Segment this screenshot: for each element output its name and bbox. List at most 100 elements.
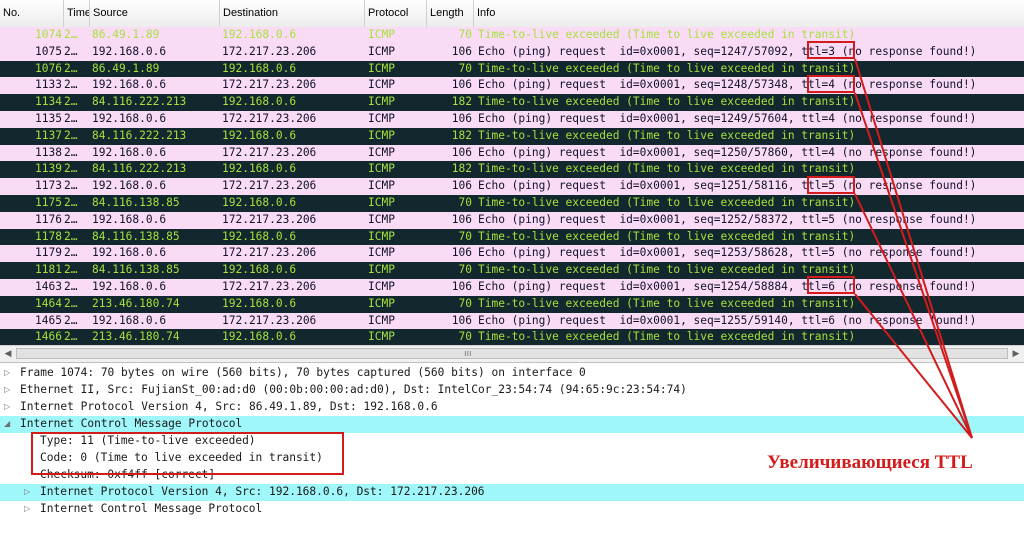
collapsed-arrow-icon[interactable]: ▷ [4, 399, 14, 416]
packet-row[interactable]: 1463 2… 192.168.0.6 172.217.23.206 ICMP 106 Ec… [0, 278, 1024, 296]
packet-cell-proto: ICMP [368, 263, 395, 277]
column-header-length[interactable]: Length [427, 0, 474, 27]
packet-cell-src: 192.168.0.6 [92, 111, 167, 125]
packet-cell-info: Time-to-live exceeded (Time to live exce… [478, 263, 856, 277]
packet-cell-no: 1464 [35, 296, 62, 310]
collapsed-arrow-icon[interactable]: ▷ [4, 365, 14, 382]
packet-cell-dst: 192.168.0.6 [222, 61, 297, 75]
packet-row[interactable]: 1139 2… 84.116.222.213 192.168.0.6 ICMP 182 Ti… [0, 161, 1024, 179]
packet-cell-src: 86.49.1.89 [92, 61, 160, 75]
ttl4-highlight-box [807, 75, 855, 93]
packet-cell-src: 192.168.0.6 [92, 179, 167, 193]
column-header-no[interactable]: No. [0, 0, 64, 27]
packet-row[interactable]: 1138 2… 192.168.0.6 172.217.23.206 ICMP 106 Ec… [0, 144, 1024, 162]
packet-list-scrollbar[interactable]: ◀ ııı ▶ [0, 345, 1024, 363]
expanded-arrow-icon[interactable]: ◢ [4, 416, 14, 433]
packet-cell-dst: 192.168.0.6 [222, 330, 297, 344]
packet-cell-src: 192.168.0.6 [92, 44, 167, 58]
packet-cell-dst: 172.217.23.206 [222, 313, 317, 327]
detail-tree-label: Frame 1074: 70 bytes on wire (560 bits),… [20, 366, 586, 379]
packet-cell-src: 84.116.138.85 [92, 229, 180, 243]
packet-cell-len: 70 [458, 195, 472, 209]
collapsed-arrow-icon[interactable]: ▷ [24, 501, 34, 518]
column-header-info[interactable]: Info [474, 0, 1024, 27]
packet-cell-no: 1133 [35, 78, 62, 92]
packet-cell-no: 1137 [35, 128, 62, 142]
packet-cell-time: 2… [64, 212, 78, 226]
scrollbar-thumb[interactable]: ııı [16, 348, 1008, 359]
packet-row[interactable]: 1465 2… 192.168.0.6 172.217.23.206 ICMP 106 Ec… [0, 312, 1024, 330]
column-header-protocol[interactable]: Protocol [365, 0, 427, 27]
scroll-right-icon[interactable]: ▶ [1008, 346, 1024, 362]
packet-row[interactable]: 1175 2… 84.116.138.85 192.168.0.6 ICMP 70 Time… [0, 194, 1024, 212]
packet-cell-dst: 172.217.23.206 [222, 44, 317, 58]
packet-cell-proto: ICMP [368, 61, 395, 75]
packet-cell-len: 106 [451, 246, 472, 260]
packet-cell-info: Time-to-live exceeded (Time to live exce… [478, 95, 856, 109]
packet-cell-time: 2… [64, 229, 78, 243]
packet-cell-time: 2… [64, 279, 78, 293]
packet-cell-info: Time-to-live exceeded (Time to live exce… [478, 296, 856, 310]
packet-cell-info: Echo (ping) request id=0x0001, seq=1247/… [478, 44, 977, 58]
collapsed-arrow-icon[interactable]: ▷ [4, 382, 14, 399]
packet-row[interactable]: 1466 2… 213.46.180.74 192.168.0.6 ICMP 70 Time… [0, 329, 1024, 345]
packet-cell-info: Time-to-live exceeded (Time to live exce… [478, 162, 856, 176]
packet-row[interactable]: 1134 2… 84.116.222.213 192.168.0.6 ICMP 182 Ti… [0, 94, 1024, 111]
packet-cell-proto: ICMP [368, 330, 395, 344]
packet-cell-no: 1075 [35, 44, 62, 58]
collapsed-arrow-icon[interactable]: ▷ [24, 484, 34, 501]
packet-cell-info: Echo (ping) request id=0x0001, seq=1253/… [478, 246, 977, 260]
packet-cell-src: 213.46.180.74 [92, 296, 180, 310]
packet-cell-dst: 192.168.0.6 [222, 229, 297, 243]
ttl6-highlight-box [807, 276, 855, 294]
detail-tree-item[interactable]: ▷ Internet Control Message Protocol [0, 501, 1024, 518]
packet-cell-proto: ICMP [368, 279, 395, 293]
packet-cell-proto: ICMP [368, 28, 395, 41]
packet-cell-info: Echo (ping) request id=0x0001, seq=1255/… [478, 313, 977, 327]
column-header-destination[interactable]: Destination [220, 0, 365, 27]
packet-cell-dst: 172.217.23.206 [222, 145, 317, 159]
packet-cell-info: Echo (ping) request id=0x0001, seq=1251/… [478, 179, 977, 193]
scroll-left-icon[interactable]: ◀ [0, 346, 16, 362]
packet-row[interactable]: 1464 2… 213.46.180.74 192.168.0.6 ICMP 70 Time… [0, 295, 1024, 313]
packet-row[interactable]: 1135 2… 192.168.0.6 172.217.23.206 ICMP 106 Ec… [0, 110, 1024, 128]
detail-tree-item[interactable]: ▷ Internet Protocol Version 4, Src: 86.49… [0, 399, 1024, 416]
packet-row[interactable]: 1133 2… 192.168.0.6 172.217.23.206 ICMP 106 Ec… [0, 77, 1024, 95]
column-header-source[interactable]: Source [90, 0, 220, 27]
packet-cell-proto: ICMP [368, 229, 395, 243]
packet-cell-time: 2… [64, 162, 78, 176]
packet-row[interactable]: 1074 2… 86.49.1.89 192.168.0.6 ICMP 70 Time-to… [0, 27, 1024, 44]
packet-row[interactable]: 1137 2… 84.116.222.213 192.168.0.6 ICMP 182 Ti… [0, 127, 1024, 145]
packet-cell-len: 70 [458, 263, 472, 277]
packet-cell-info: Time-to-live exceeded (Time to live exce… [478, 195, 856, 209]
column-header-time[interactable]: Time [64, 0, 90, 27]
packet-cell-src: 86.49.1.89 [92, 28, 160, 41]
packet-row[interactable]: 1178 2… 84.116.138.85 192.168.0.6 ICMP 70 Time… [0, 228, 1024, 246]
detail-tree-item[interactable]: ▷ Ethernet II, Src: FujianSt_00:ad:d0 (00… [0, 382, 1024, 399]
packet-cell-proto: ICMP [368, 195, 395, 209]
packet-row[interactable]: 1179 2… 192.168.0.6 172.217.23.206 ICMP 106 Ec… [0, 245, 1024, 263]
packet-row[interactable]: 1181 2… 84.116.138.85 192.168.0.6 ICMP 70 Time… [0, 262, 1024, 279]
packet-cell-src: 84.116.222.213 [92, 128, 187, 142]
packet-cell-proto: ICMP [368, 111, 395, 125]
packet-cell-dst: 172.217.23.206 [222, 246, 317, 260]
packet-row[interactable]: 1176 2… 192.168.0.6 172.217.23.206 ICMP 106 Ec… [0, 211, 1024, 229]
packet-cell-dst: 172.217.23.206 [222, 111, 317, 125]
packet-cell-no: 1135 [35, 111, 62, 125]
packet-cell-info: Echo (ping) request id=0x0001, seq=1252/… [478, 212, 977, 226]
packet-cell-len: 106 [451, 179, 472, 193]
detail-tree-item[interactable]: ▷ Frame 1074: 70 bytes on wire (560 bits)… [0, 365, 1024, 382]
packet-cell-no: 1465 [35, 313, 62, 327]
packet-row[interactable]: 1173 2… 192.168.0.6 172.217.23.206 ICMP 106 Ec… [0, 178, 1024, 195]
packet-cell-time: 2… [64, 330, 78, 344]
detail-tree-item[interactable]: ▷ Internet Protocol Version 4, Src: 192.1… [0, 484, 1024, 501]
packet-cell-proto: ICMP [368, 313, 395, 327]
packet-row[interactable]: 1075 2… 192.168.0.6 172.217.23.206 ICMP 106 Ec… [0, 43, 1024, 61]
packet-cell-len: 106 [451, 111, 472, 125]
packet-cell-no: 1173 [35, 179, 62, 193]
packet-cell-proto: ICMP [368, 296, 395, 310]
packet-row[interactable]: 1076 2… 86.49.1.89 192.168.0.6 ICMP 70 Time-to… [0, 60, 1024, 78]
packet-cell-len: 70 [458, 61, 472, 75]
packet-cell-src: 84.116.222.213 [92, 95, 187, 109]
detail-tree-item[interactable]: ◢ Internet Control Message Protocol [0, 416, 1024, 433]
